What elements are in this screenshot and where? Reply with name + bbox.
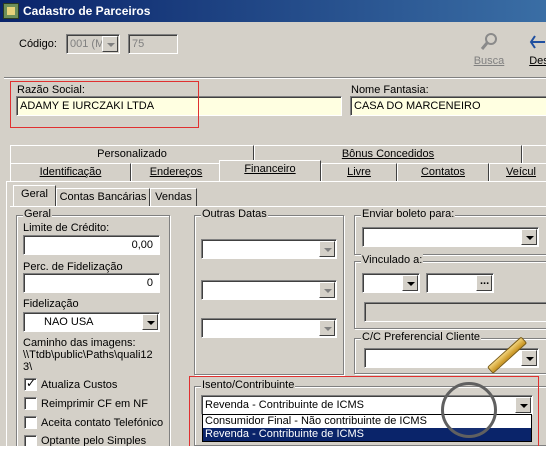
chevron-down-icon[interactable] — [102, 36, 118, 52]
title-bar: Cadastro de Parceiros — [0, 0, 546, 22]
chevron-down-icon[interactable] — [521, 229, 537, 245]
desfazer-button[interactable]: Des — [524, 32, 546, 67]
codigo-number-field[interactable]: 75 — [128, 34, 178, 54]
cc-preferencial-title: C/C Preferencial Cliente — [361, 331, 481, 343]
tab-financeiro-label: Financeiro — [244, 163, 296, 175]
tab-enderecos[interactable]: Endereços — [131, 163, 221, 181]
geral-group-title: Geral — [23, 208, 52, 220]
codigo-number-value: 75 — [132, 38, 145, 50]
tab-veiculos-label: Veícul — [506, 166, 536, 178]
aceita-contato-label: Aceita contato Telefónico — [41, 417, 164, 429]
search-icon — [480, 33, 497, 50]
nome-fantasia-label: Nome Fantasia: — [351, 84, 429, 96]
codigo-label: Código: — [19, 38, 57, 50]
chevron-down-icon[interactable] — [319, 241, 335, 257]
tab-livre-label: Livre — [347, 166, 371, 178]
outras-datas-title: Outras Datas — [201, 208, 268, 220]
tab-contatos[interactable]: Contatos — [397, 163, 489, 181]
subtab-contas-label: Contas Bancárias — [59, 191, 147, 203]
magnifier-icon — [441, 382, 497, 438]
fidelizacao-value: NAO USA — [44, 316, 94, 328]
optante-simples-checkbox[interactable] — [24, 435, 37, 446]
tab-livre[interactable]: Livre — [321, 163, 397, 181]
reimprimir-cf-checkbox[interactable] — [24, 397, 37, 410]
outras-datas-select-2[interactable] — [201, 280, 337, 300]
atualiza-custos-checkbox[interactable] — [24, 376, 37, 391]
subtab-vendas[interactable]: Vendas — [150, 188, 197, 206]
tab-personalizado[interactable]: Personalizado — [10, 145, 254, 163]
vinculado-title: Vinculado a: — [361, 254, 424, 266]
limite-credito-field[interactable]: 0,00 — [23, 235, 160, 255]
limite-credito-label: Limite de Crédito: — [23, 222, 110, 234]
outras-datas-select-1[interactable] — [201, 239, 337, 259]
perc-fidelizacao-label: Perc. de Fidelização — [23, 261, 123, 273]
tab-personalizado-label: Personalizado — [97, 148, 167, 160]
vinculado-lookup[interactable] — [426, 273, 494, 293]
enviar-boleto-select[interactable] — [362, 227, 539, 247]
nome-fantasia-value: CASA DO MARCENEIRO — [354, 100, 481, 112]
vinculado-name-field — [364, 302, 546, 322]
caminho-imagens-label: Caminho das imagens: — [23, 337, 136, 349]
window-title: Cadastro de Parceiros — [23, 4, 151, 18]
tab-enderecos-label: Endereços — [149, 166, 203, 178]
tab-veiculos[interactable]: Veícul — [489, 163, 546, 181]
cadastro-parceiros-window: Cadastro de Parceiros Código: 001 (M 75 … — [0, 0, 546, 446]
header-separator — [4, 77, 546, 79]
chevron-down-icon[interactable] — [319, 320, 335, 336]
subtab-contas-bancarias[interactable]: Contas Bancárias — [56, 188, 150, 206]
tab-extra[interactable] — [522, 145, 546, 163]
limite-credito-value: 0,00 — [131, 239, 153, 251]
tab-bonus-label: Bônus Concedidos — [341, 148, 435, 160]
desfazer-label: Des — [529, 55, 546, 67]
subtab-line — [10, 206, 546, 207]
codigo-combo-value: 001 (M — [70, 38, 105, 50]
vinculado-select[interactable] — [362, 273, 420, 293]
subtab-vendas-label: Vendas — [155, 191, 192, 203]
reimprimir-cf-label: Reimprimir CF em NF — [41, 398, 148, 410]
optante-simples-label: Optante pelo Simples — [41, 435, 147, 446]
tab-identificacao[interactable]: Identificação — [10, 163, 131, 181]
undo-icon — [529, 35, 545, 49]
subtab-geral[interactable]: Geral — [13, 185, 56, 207]
busca-button[interactable]: Busca — [470, 32, 508, 67]
fidelizacao-label: Fidelização — [23, 298, 79, 310]
perc-fidelizacao-value: 0 — [146, 277, 153, 289]
fidelizacao-select[interactable]: NAO USA — [23, 312, 160, 332]
aceita-contato-checkbox[interactable] — [24, 416, 37, 429]
chevron-down-icon[interactable] — [142, 314, 158, 330]
busca-label: Busca — [473, 55, 505, 67]
chevron-down-icon[interactable] — [521, 350, 537, 366]
atualiza-custos-label: Atualiza Custos — [41, 379, 118, 391]
tab-financeiro[interactable]: Financeiro — [219, 160, 321, 181]
chevron-down-icon[interactable] — [402, 275, 418, 291]
razao-social-highlight — [10, 81, 199, 128]
caminho-imagens-value-2: 3\ — [23, 361, 33, 373]
codigo-combo[interactable]: 001 (M — [66, 34, 120, 54]
outras-datas-select-3[interactable] — [201, 318, 337, 338]
chevron-down-icon[interactable] — [319, 282, 335, 298]
subtab-geral-label: Geral — [21, 188, 48, 200]
caminho-imagens-value-1: \\Ttdb\public\Paths\quali12 — [23, 349, 153, 361]
perc-fidelizacao-field[interactable]: 0 — [23, 273, 160, 293]
tab-contatos-label: Contatos — [420, 166, 466, 178]
app-icon — [3, 3, 19, 19]
nome-fantasia-field[interactable]: CASA DO MARCENEIRO — [350, 96, 546, 116]
enviar-boleto-title: Enviar boleto para: — [361, 208, 456, 220]
tab-identificacao-label: Identificação — [39, 166, 102, 178]
ellipsis-icon[interactable] — [476, 275, 492, 291]
